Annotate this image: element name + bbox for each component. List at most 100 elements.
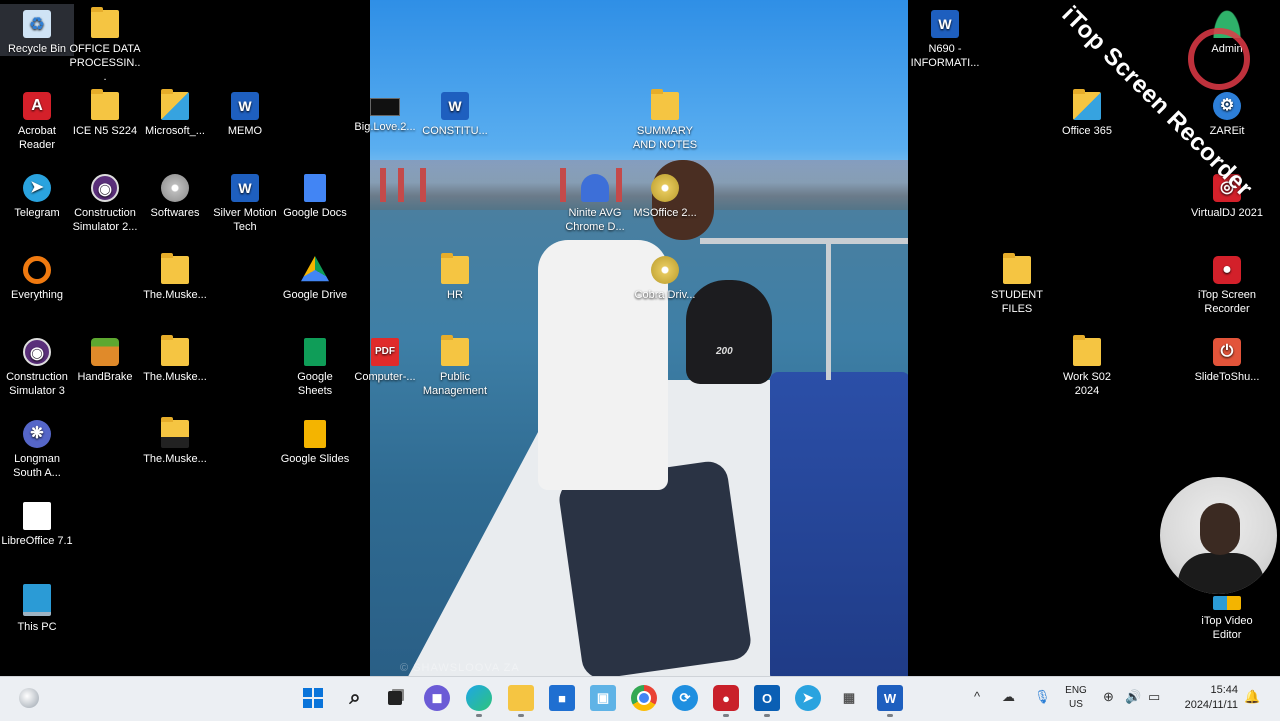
chrome-browser-icon[interactable] bbox=[631, 685, 657, 711]
volume-icon[interactable]: 🔊 bbox=[1125, 689, 1141, 705]
file-explorer-icon[interactable] bbox=[508, 685, 534, 717]
desktop-icon-silver-motion[interactable]: W Silver Motion Tech bbox=[208, 168, 282, 234]
app-shortcut-icon: ⚙ bbox=[1213, 92, 1241, 120]
desktop-icon-acrobat[interactable]: A Acrobat Reader bbox=[0, 86, 74, 152]
desktop-icon-cobra[interactable]: Cobra Driv... bbox=[628, 250, 702, 302]
desktop-icon-ninite[interactable]: Ninite AVG Chrome D... bbox=[558, 168, 632, 234]
folder-icon bbox=[441, 335, 469, 366]
desktop-icon-construction-sim2[interactable]: ◉ Construction Simulator 2... bbox=[68, 168, 142, 234]
outlook-icon[interactable]: O bbox=[754, 685, 780, 717]
pdf-file-icon: PDF bbox=[371, 338, 399, 366]
desktop-icon-slidetoshu[interactable]: ⏻ SlideToShu... bbox=[1190, 332, 1264, 384]
desktop-icon-public-mgmt[interactable]: Public Management bbox=[418, 332, 492, 398]
ninite-icon bbox=[581, 174, 609, 202]
desktop-icon-softwares[interactable]: Softwares bbox=[138, 168, 212, 220]
libreoffice-icon bbox=[23, 502, 51, 530]
telegram-taskbar-icon[interactable]: ➤ bbox=[795, 685, 821, 711]
recycle-bin-icon: ♻ bbox=[23, 10, 51, 38]
handbrake-icon bbox=[91, 338, 119, 366]
construction-simulator-icon: ◉ bbox=[91, 174, 119, 202]
desktop-icon-summary[interactable]: SUMMARY AND NOTES bbox=[628, 86, 702, 152]
desktop-icon-muske1[interactable]: The.Muske... bbox=[138, 250, 212, 302]
desktop-icon-this-pc[interactable]: This PC bbox=[0, 578, 74, 634]
photo-caption: © SHAWSLOOVA ZA bbox=[400, 662, 520, 674]
desktop-icon-memo[interactable]: W MEMO bbox=[208, 86, 282, 138]
folder-icon bbox=[91, 7, 119, 38]
chevron-up-icon[interactable]: ^ bbox=[974, 689, 980, 704]
language-indicator[interactable]: ENG US bbox=[1059, 684, 1093, 712]
folder-icon bbox=[1073, 89, 1101, 120]
microphone-icon[interactable]: 🎙 bbox=[1034, 689, 1051, 705]
desktop-icon-telegram[interactable]: ➤ Telegram bbox=[0, 168, 74, 220]
desktop-icon-handbrake[interactable]: HandBrake bbox=[68, 332, 142, 384]
desktop-icon-google-docs[interactable]: Google Docs bbox=[278, 168, 352, 220]
desktop-icon-microsoft[interactable]: Microsoft_... bbox=[138, 86, 212, 138]
taskbar: ⌕ ◼ ■ ▣ ⟳ ● O ➤ ▦ W ^ ☁ 🎙 ENG US ⊕ 🔊 ▭ 1… bbox=[0, 676, 1280, 721]
desktop-icon-msoffice[interactable]: MSOffice 2... bbox=[628, 168, 702, 220]
desktop-icon-office-data[interactable]: OFFICE DATA PROCESSIN... bbox=[68, 4, 142, 84]
word-document-icon: W bbox=[441, 92, 469, 120]
desktop-icon-itop-recorder[interactable]: ● iTop Screen Recorder bbox=[1190, 250, 1264, 316]
desktop-icon-google-drive[interactable]: Google Drive bbox=[278, 250, 352, 302]
desktop-icon-google-sheets[interactable]: Google Sheets bbox=[278, 332, 352, 398]
boat-rail-post bbox=[826, 240, 831, 380]
disc-icon bbox=[651, 174, 679, 202]
app-icon[interactable]: ▦ bbox=[836, 685, 862, 711]
motor-label: 200 bbox=[716, 346, 733, 357]
word-taskbar-icon[interactable]: W bbox=[877, 685, 903, 717]
acrobat-icon: A bbox=[23, 92, 51, 120]
sync-app-icon[interactable]: ⟳ bbox=[672, 685, 698, 711]
desktop-icon-ice-n5[interactable]: ICE N5 S224 bbox=[68, 86, 142, 138]
battery-icon[interactable]: ▭ bbox=[1148, 689, 1160, 705]
desktop-icon-longman[interactable]: ❋ Longman South A... bbox=[0, 414, 74, 480]
disc-icon bbox=[651, 256, 679, 284]
port-crane bbox=[420, 168, 426, 202]
google-docs-icon bbox=[304, 174, 326, 202]
running-indicator bbox=[764, 714, 770, 717]
boat-bench bbox=[770, 372, 908, 676]
store-icon[interactable]: ■ bbox=[549, 685, 575, 711]
network-icon[interactable]: ⊕ bbox=[1103, 689, 1114, 705]
keyboard-layout: US bbox=[1069, 699, 1083, 710]
desktop-icon-muske2[interactable]: The.Muske... bbox=[138, 332, 212, 384]
weather-widget-icon[interactable] bbox=[16, 685, 42, 711]
desktop-icon-construction-sim3[interactable]: ◉ Construction Simulator 3 bbox=[0, 332, 74, 398]
desktop-icon-everything[interactable]: Everything bbox=[0, 250, 74, 302]
desktop-icon-muske3[interactable]: The.Muske... bbox=[138, 414, 212, 466]
desktop-icon-office365[interactable]: Office 365 bbox=[1050, 86, 1124, 138]
person-jeans bbox=[556, 459, 754, 676]
this-pc-icon bbox=[23, 584, 51, 616]
word-document-icon: W bbox=[231, 92, 259, 120]
search-icon[interactable]: ⌕ bbox=[342, 685, 368, 711]
edge-browser-icon[interactable] bbox=[466, 685, 492, 717]
desktop-icon-big-love[interactable]: Big.Love.2... bbox=[348, 86, 422, 134]
port-crane bbox=[380, 168, 386, 202]
folder-icon bbox=[1073, 335, 1101, 366]
desktop-icon-computer-pdf[interactable]: PDF Computer-... bbox=[348, 332, 422, 384]
folder-icon bbox=[161, 335, 189, 366]
folder-icon bbox=[651, 89, 679, 120]
clock-date: 2024/11/11 bbox=[1184, 699, 1238, 711]
screen-recorder-taskbar-icon[interactable]: ● bbox=[713, 685, 739, 717]
desktop-icon-student-files[interactable]: STUDENT FILES bbox=[980, 250, 1054, 316]
desktop-icon-recycle-bin[interactable]: ♻ Recycle Bin bbox=[0, 4, 74, 56]
task-view-icon[interactable] bbox=[382, 685, 408, 711]
running-indicator bbox=[518, 714, 524, 717]
google-drive-icon bbox=[301, 256, 329, 282]
desktop-icon-work-s02[interactable]: Work S02 2024 bbox=[1050, 332, 1124, 398]
desktop-icon-n690[interactable]: W N690 - INFORMATI... bbox=[908, 4, 982, 70]
folder-icon bbox=[1003, 253, 1031, 284]
desktop-icon-hr[interactable]: HR bbox=[418, 250, 492, 302]
chat-icon[interactable]: ◼ bbox=[424, 685, 450, 711]
desktop-icon-google-slides[interactable]: Google Slides bbox=[278, 414, 352, 466]
clock[interactable]: 15:44 2024/11/11 bbox=[1168, 683, 1238, 713]
desktop-icon-constitu[interactable]: W CONSTITU... bbox=[418, 86, 492, 138]
folder-icon bbox=[161, 89, 189, 120]
desktop-icon-libreoffice[interactable]: LibreOffice 7.1 bbox=[0, 496, 74, 548]
word-document-icon: W bbox=[931, 10, 959, 38]
photos-icon[interactable]: ▣ bbox=[590, 685, 616, 711]
start-button[interactable] bbox=[300, 685, 326, 711]
notification-bell-icon[interactable]: 🔔 bbox=[1244, 689, 1260, 705]
webcam-person-body bbox=[1178, 553, 1264, 594]
cloud-icon[interactable]: ☁ bbox=[1002, 689, 1015, 705]
